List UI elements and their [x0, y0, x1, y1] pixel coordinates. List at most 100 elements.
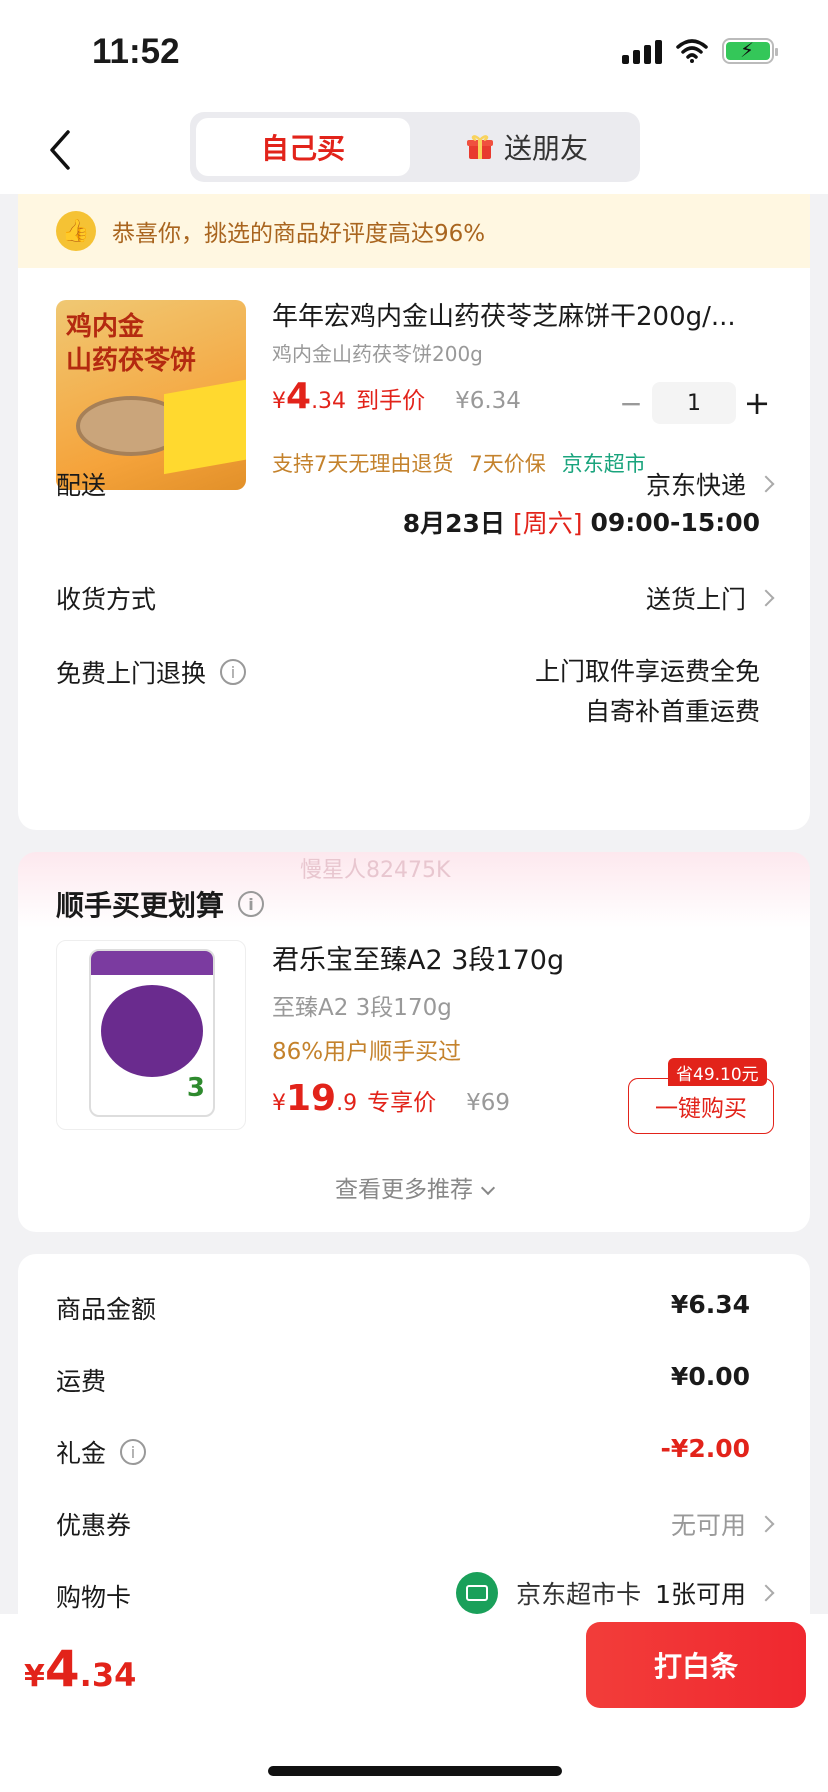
- info-icon[interactable]: i: [238, 891, 265, 917]
- gift-icon: [466, 135, 493, 159]
- recommend-product-image[interactable]: 3: [56, 940, 246, 1130]
- quantity-value[interactable]: 1: [652, 382, 736, 424]
- goods-amount-label: 商品金额: [56, 1295, 157, 1324]
- chevron-right-icon: [757, 589, 775, 607]
- chevron-right-icon: [757, 1515, 775, 1533]
- gift-money-label: 礼金: [56, 1439, 107, 1468]
- total-decimal: .34: [79, 1656, 137, 1694]
- price-currency: ¥: [272, 389, 286, 414]
- total-price: ¥ 4 .34: [24, 1640, 136, 1698]
- gift-money-value: -¥2.00: [660, 1434, 750, 1463]
- rating-notice-text: 恭喜你，挑选的商品好评度高达96%: [112, 221, 486, 247]
- product-price: ¥ 4 .34 到手价 ¥6.34: [272, 376, 521, 417]
- product-image-text-1: 鸡内金: [66, 312, 145, 342]
- shopping-card-label: 购物卡: [56, 1583, 132, 1612]
- free-return-row: 免费上门退换 i: [56, 654, 247, 690]
- shopping-card-count: 1张可用: [655, 1580, 746, 1609]
- rating-notice: 👍 恭喜你，挑选的商品好评度高达96%: [18, 194, 810, 268]
- info-icon[interactable]: i: [220, 659, 247, 685]
- service-return-tag: 支持7天无理由退货: [272, 452, 454, 476]
- chevron-right-icon: [757, 1584, 775, 1602]
- recommend-product-price: ¥ 19 .9 专享价 ¥69: [272, 1078, 510, 1119]
- price-tag: 到手价: [356, 388, 426, 414]
- thumbs-up-icon: 👍: [56, 211, 96, 251]
- shopping-card-name: 京东超市卡: [516, 1580, 642, 1609]
- delivery-weekday: [周六]: [512, 509, 583, 538]
- recommend-product-popularity: 86%用户顺手买过: [272, 1039, 462, 1065]
- original-price: ¥69: [466, 1090, 511, 1116]
- delivery-time[interactable]: 8月23日 [周六] 09:00-15:00: [403, 504, 760, 540]
- card-icon: [456, 1572, 499, 1614]
- delivery-method-value: 京东快递: [645, 471, 746, 500]
- decrease-button[interactable]: −: [610, 387, 652, 420]
- status-icons: ⚡: [622, 38, 778, 64]
- header: 自己买 送朋友: [0, 108, 828, 194]
- chevron-left-icon: [50, 130, 70, 170]
- home-indicator[interactable]: [268, 1766, 562, 1776]
- recommend-card: 慢星人82475K 顺手买更划算 i 3 君乐宝至臻A2 3段170g 至臻A2…: [18, 852, 810, 1232]
- free-return-label: 免费上门退换: [56, 659, 207, 688]
- chevron-down-icon: [480, 1180, 496, 1196]
- tab-send-to-friend-label: 送朋友: [503, 132, 588, 165]
- delivery-time-window: 09:00-15:00: [590, 507, 760, 537]
- view-more-label: 查看更多推荐: [335, 1177, 473, 1203]
- price-currency: ¥: [272, 1091, 286, 1116]
- shipping-label: 运费: [56, 1367, 107, 1396]
- total-integer: 4: [44, 1640, 80, 1698]
- tab-buy-for-self[interactable]: 自己买: [196, 118, 410, 176]
- service-price-protect-tag: 7天价保: [469, 452, 546, 476]
- recommend-product-spec: 至臻A2 3段170g: [272, 995, 452, 1021]
- chevron-right-icon: [757, 475, 775, 493]
- pay-button[interactable]: 打白条: [586, 1622, 806, 1708]
- view-more-recommendations[interactable]: 查看更多推荐: [18, 1170, 810, 1204]
- price-integer: 4: [286, 376, 312, 417]
- savings-badge: 省49.10元: [668, 1058, 767, 1086]
- receive-method-value: 送货上门: [645, 585, 746, 614]
- coupon-selector[interactable]: 无可用: [670, 1506, 775, 1542]
- recommend-product-title[interactable]: 君乐宝至臻A2 3段170g: [272, 938, 564, 977]
- recommend-title: 顺手买更划算: [56, 889, 225, 922]
- purchase-mode-switch: 自己买 送朋友: [190, 112, 640, 182]
- back-button[interactable]: [40, 122, 80, 178]
- product-title[interactable]: 年年宏鸡内金山药茯苓芝麻饼干200g/...: [272, 296, 782, 333]
- tab-send-to-friend[interactable]: 送朋友: [420, 118, 634, 176]
- status-bar: 11:52 ⚡: [0, 0, 828, 108]
- free-return-line-1: 上门取件享运费全免: [534, 657, 760, 686]
- battery-icon: ⚡: [722, 38, 778, 64]
- price-tag: 专享价: [367, 1090, 437, 1116]
- watermark: 慢星人82475K: [300, 858, 451, 883]
- coupon-value: 无可用: [670, 1511, 746, 1540]
- wifi-icon: [676, 39, 708, 63]
- free-return-detail: 上门取件享运费全免 自寄补首重运费: [535, 652, 760, 732]
- recommend-title-row: 顺手买更划算 i: [56, 884, 265, 924]
- receive-method[interactable]: 送货上门: [645, 580, 775, 616]
- delivery-method[interactable]: 京东快递: [645, 466, 775, 502]
- price-decimal: .9: [336, 1091, 358, 1116]
- goods-amount-value: ¥6.34: [670, 1290, 750, 1319]
- one-click-buy-button[interactable]: 一键购买: [628, 1078, 774, 1134]
- order-item-card: 鸡内金 山药茯苓饼 年年宏鸡内金山药茯苓芝麻饼干200g/... 鸡内金山药茯苓…: [18, 268, 810, 830]
- increase-button[interactable]: +: [736, 384, 778, 422]
- delivery-date: 8月23日: [402, 509, 505, 538]
- checkout-bar: ¥ 4 .34 打白条: [0, 1614, 828, 1792]
- milk-can-graphic: 3: [89, 949, 215, 1117]
- price-integer: 19: [286, 1078, 337, 1119]
- delivery-label: 配送: [56, 471, 107, 500]
- receive-method-label: 收货方式: [56, 585, 157, 614]
- signal-icon: [622, 38, 662, 64]
- info-icon[interactable]: i: [120, 1439, 147, 1465]
- price-decimal: .34: [311, 389, 347, 414]
- shipping-value: ¥0.00: [670, 1362, 750, 1391]
- status-time: 11:52: [92, 32, 180, 71]
- coupon-label: 优惠券: [56, 1511, 132, 1540]
- shopping-card-selector[interactable]: 京东超市卡 1张可用: [456, 1572, 775, 1614]
- free-return-line-2: 自寄补首重运费: [584, 697, 760, 726]
- box-graphic: [164, 377, 246, 475]
- quantity-stepper: − 1 +: [610, 382, 778, 424]
- product-spec: 鸡内金山药茯苓饼200g: [272, 342, 483, 366]
- product-image-text-2: 山药茯苓饼: [66, 346, 197, 376]
- product-image[interactable]: 鸡内金 山药茯苓饼: [56, 300, 246, 490]
- gift-money-row: 礼金 i: [56, 1434, 147, 1470]
- original-price: ¥6.34: [455, 388, 521, 414]
- checkout-page: 11:52 ⚡ 自己买 送朋友 👍 恭喜你，挑选的商品好评度高达96% 鸡内金 …: [0, 0, 828, 1792]
